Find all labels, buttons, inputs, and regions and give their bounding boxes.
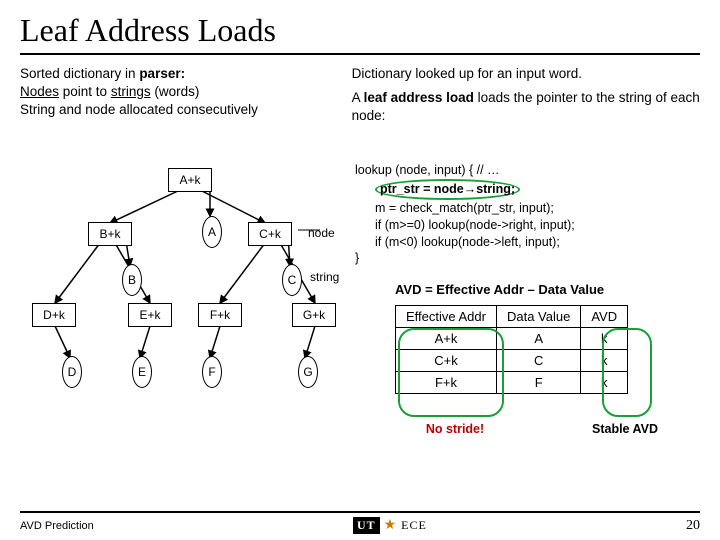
str-B: B (122, 264, 142, 296)
node-Fk: F+k (198, 303, 242, 327)
t: Nodes (20, 84, 59, 99)
hdr-avd: AVD (581, 306, 628, 328)
t: point to (59, 84, 111, 99)
code-l2: m = check_match(ptr_str, input); (375, 200, 700, 217)
title-rule (20, 53, 700, 55)
node-Ak: A+k (168, 168, 212, 192)
tree-diagram: A+k B+k C+k D+k E+k F+k G+k A B C D E F … (20, 168, 340, 428)
table-row: F+k F k (396, 372, 628, 394)
hdr-dv: Data Value (496, 306, 580, 328)
c: A (496, 328, 580, 350)
hdr-eff: Effective Addr (396, 306, 497, 328)
node-Bk: B+k (88, 222, 132, 246)
table-row: C+k C k (396, 350, 628, 372)
c: C+k (396, 350, 497, 372)
avd-definition: AVD = Effective Addr – Data Value (395, 282, 604, 297)
c: k (581, 350, 628, 372)
t: (words) (151, 84, 200, 99)
logo-ut: UT (353, 517, 380, 534)
c: F (496, 372, 580, 394)
intro-columns: Sorted dictionary in parser: Nodes point… (0, 65, 720, 126)
t: A (352, 90, 364, 105)
str-C: C (282, 264, 302, 296)
code-l4: if (m<0) lookup(node->left, input); (375, 234, 700, 251)
str-E: E (132, 356, 152, 388)
t: Dictionary looked up for an input word. (352, 65, 700, 83)
code-ptr: ptr_str = node→string; (375, 179, 520, 200)
page-number: 20 (686, 518, 700, 534)
caption-no-stride: No stride! (410, 422, 500, 436)
footer: AVD Prediction UT ★ ECE 20 (20, 511, 700, 534)
slide-title: Leaf Address Loads (0, 0, 720, 53)
str-G: G (298, 356, 318, 388)
t: leaf address load (364, 90, 474, 105)
intro-right: Dictionary looked up for an input word. … (352, 65, 700, 126)
table-row: Effective Addr Data Value AVD (396, 306, 628, 328)
node-Gk: G+k (292, 303, 336, 327)
c: k (581, 328, 628, 350)
table-row: A+k A k (396, 328, 628, 350)
t: parser: (139, 66, 185, 81)
str-F: F (202, 356, 222, 388)
caption-stable: Stable AVD (580, 422, 670, 436)
avd-table: Effective Addr Data Value AVD A+k A k C+… (395, 305, 628, 394)
code-l3: if (m>=0) lookup(node->right, input); (375, 217, 700, 234)
c: C (496, 350, 580, 372)
t: strings (111, 84, 151, 99)
c: A+k (396, 328, 497, 350)
c: k (581, 372, 628, 394)
t: Sorted dictionary in (20, 66, 139, 81)
label-node: node (308, 226, 335, 240)
node-Dk: D+k (32, 303, 76, 327)
code-l1: lookup (node, input) { // … (355, 162, 700, 179)
code-l5: } (355, 250, 700, 267)
node-Ck: C+k (248, 222, 292, 246)
str-D: D (62, 356, 82, 388)
str-A: A (202, 216, 222, 248)
intro-left: Sorted dictionary in parser: Nodes point… (20, 65, 352, 126)
diagram-edges (20, 168, 340, 428)
t: String and node allocated consecutively (20, 101, 342, 119)
footer-logo: UT ★ ECE (353, 517, 427, 534)
c: F+k (396, 372, 497, 394)
code-block: lookup (node, input) { // … ptr_str = no… (355, 162, 700, 267)
footer-left: AVD Prediction (20, 520, 94, 532)
label-string: string (310, 270, 339, 284)
node-Ek: E+k (128, 303, 172, 327)
star-icon: ★ (384, 517, 398, 534)
logo-ece: ECE (401, 518, 427, 533)
